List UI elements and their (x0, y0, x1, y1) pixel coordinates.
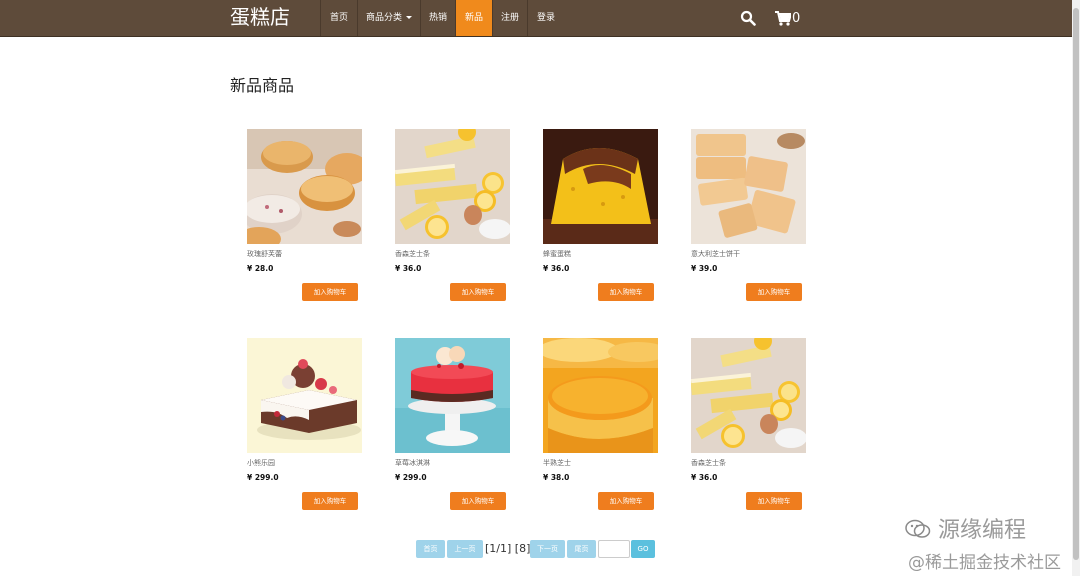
cart-count: 0 (792, 10, 801, 26)
scrollbar-thumb[interactable] (1073, 8, 1079, 560)
page-number-input[interactable] (598, 540, 630, 558)
product-card: 蜂蜜蛋糕 ¥ 36.0 加入购物车 (543, 129, 658, 301)
chevron-down-icon (406, 16, 412, 19)
product-image[interactable] (395, 129, 510, 244)
last-page-button[interactable]: 尾页 (567, 540, 596, 558)
product-price: ¥ 38.0 (543, 473, 570, 482)
add-to-cart-button[interactable]: 加入购物车 (450, 283, 506, 301)
product-price: ¥ 39.0 (691, 264, 718, 273)
nav-home[interactable]: 首页 (320, 0, 357, 36)
prev-page-button[interactable]: 上一页 (447, 540, 483, 558)
product-name[interactable]: 玫瑰舒芙蕾 (247, 249, 362, 260)
product-name[interactable]: 香森芝士条 (691, 458, 806, 469)
product-price: ¥ 299.0 (395, 473, 427, 482)
product-image[interactable] (691, 338, 806, 453)
add-to-cart-button[interactable]: 加入购物车 (746, 283, 802, 301)
add-to-cart-button[interactable]: 加入购物车 (598, 283, 654, 301)
page-scrollbar[interactable] (1072, 0, 1080, 576)
product-card: 草莓冰淇淋 ¥ 299.0 加入购物车 (395, 338, 510, 510)
product-name[interactable]: 蜂蜜蛋糕 (543, 249, 658, 260)
search-button[interactable] (740, 0, 756, 36)
nav-new-label: 新品 (464, 13, 483, 23)
nav-register-label: 注册 (500, 13, 519, 23)
nav-login-label: 登录 (536, 13, 555, 23)
product-card: 香森芝士条 ¥ 36.0 加入购物车 (691, 338, 806, 510)
watermark-channel: 源缘编程 (905, 512, 1026, 544)
add-to-cart-button[interactable]: 加入购物车 (746, 492, 802, 510)
watermark-source: @稀土掘金技术社区 (908, 553, 1061, 573)
product-price: ¥ 36.0 (395, 264, 422, 273)
nav-categories-label: 商品分类 (365, 13, 402, 23)
product-name[interactable]: 半熟芝士 (543, 458, 658, 469)
product-name[interactable]: 香森芝士条 (395, 249, 510, 260)
add-to-cart-button[interactable]: 加入购物车 (450, 492, 506, 510)
product-card: 香森芝士条 ¥ 36.0 加入购物车 (395, 129, 510, 301)
add-to-cart-button[interactable]: 加入购物车 (302, 492, 358, 510)
product-card: 意大利芝士饼干 ¥ 39.0 加入购物车 (691, 129, 806, 301)
nav-hot[interactable]: 热销 (420, 0, 455, 36)
nav-new[interactable]: 新品 (455, 0, 492, 36)
product-card: 小熊乐园 ¥ 299.0 加入购物车 (247, 338, 362, 510)
wechat-icon (905, 519, 931, 538)
product-image[interactable] (543, 338, 658, 453)
search-icon (740, 10, 756, 26)
product-image[interactable] (543, 129, 658, 244)
nav-home-label: 首页 (329, 13, 348, 23)
product-image[interactable] (691, 129, 806, 244)
nav-categories-dropdown[interactable]: 商品分类 (357, 0, 420, 36)
nav-register[interactable]: 注册 (492, 0, 527, 36)
add-to-cart-button[interactable]: 加入购物车 (598, 492, 654, 510)
product-image[interactable] (247, 129, 362, 244)
nav-login[interactable]: 登录 (527, 0, 564, 36)
add-to-cart-button[interactable]: 加入购物车 (302, 283, 358, 301)
product-price: ¥ 36.0 (691, 473, 718, 482)
product-image[interactable] (395, 338, 510, 453)
product-card: 玫瑰舒芙蕾 ¥ 28.0 加入购物车 (247, 129, 362, 301)
first-page-button[interactable]: 首页 (416, 540, 445, 558)
product-name[interactable]: 小熊乐园 (247, 458, 362, 469)
cart-button[interactable]: 0 (775, 0, 800, 36)
product-name[interactable]: 意大利芝士饼干 (691, 249, 806, 260)
product-image[interactable] (247, 338, 362, 453)
brand-logo[interactable]: 蛋糕店 (230, 4, 290, 30)
product-card: 半熟芝士 ¥ 38.0 加入购物车 (543, 338, 658, 510)
top-navbar: 蛋糕店 首页 商品分类 热销 新品 注册 登录 0 (0, 0, 1072, 37)
page-info: [1/1] [8] (485, 542, 531, 555)
product-price: ¥ 299.0 (247, 473, 279, 482)
go-button[interactable]: GO (631, 540, 655, 558)
shopping-cart-icon (775, 10, 791, 26)
section-title: 新品商品 (230, 76, 295, 95)
product-name[interactable]: 草莓冰淇淋 (395, 458, 510, 469)
next-page-button[interactable]: 下一页 (530, 540, 565, 558)
watermark-channel-label: 源缘编程 (938, 518, 1027, 543)
nav-hot-label: 热销 (428, 13, 447, 23)
product-price: ¥ 36.0 (543, 264, 570, 273)
product-price: ¥ 28.0 (247, 264, 274, 273)
